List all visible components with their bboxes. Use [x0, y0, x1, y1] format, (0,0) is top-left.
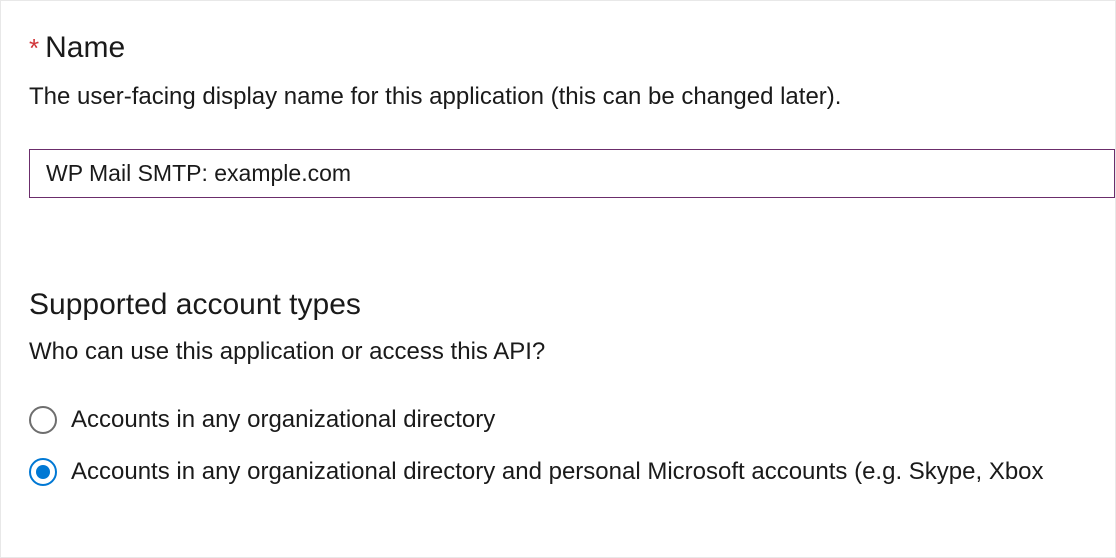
radio-option-org-and-personal[interactable]: Accounts in any organizational directory…	[29, 458, 1115, 486]
radio-option-org-only[interactable]: Accounts in any organizational directory	[29, 406, 1115, 434]
radio-label-org-and-personal: Accounts in any organizational directory…	[71, 458, 1044, 486]
name-label: Name	[45, 31, 125, 65]
account-types-heading: Supported account types	[29, 288, 1115, 322]
account-types-description: Who can use this application or access t…	[29, 338, 1115, 366]
radio-icon	[29, 406, 57, 434]
radio-icon	[29, 458, 57, 486]
name-input[interactable]	[29, 149, 1115, 198]
radio-label-org-only: Accounts in any organizational directory	[71, 406, 495, 434]
required-asterisk: *	[29, 35, 39, 61]
name-field-label-row: * Name	[29, 31, 1115, 65]
name-description: The user-facing display name for this ap…	[29, 83, 1115, 111]
